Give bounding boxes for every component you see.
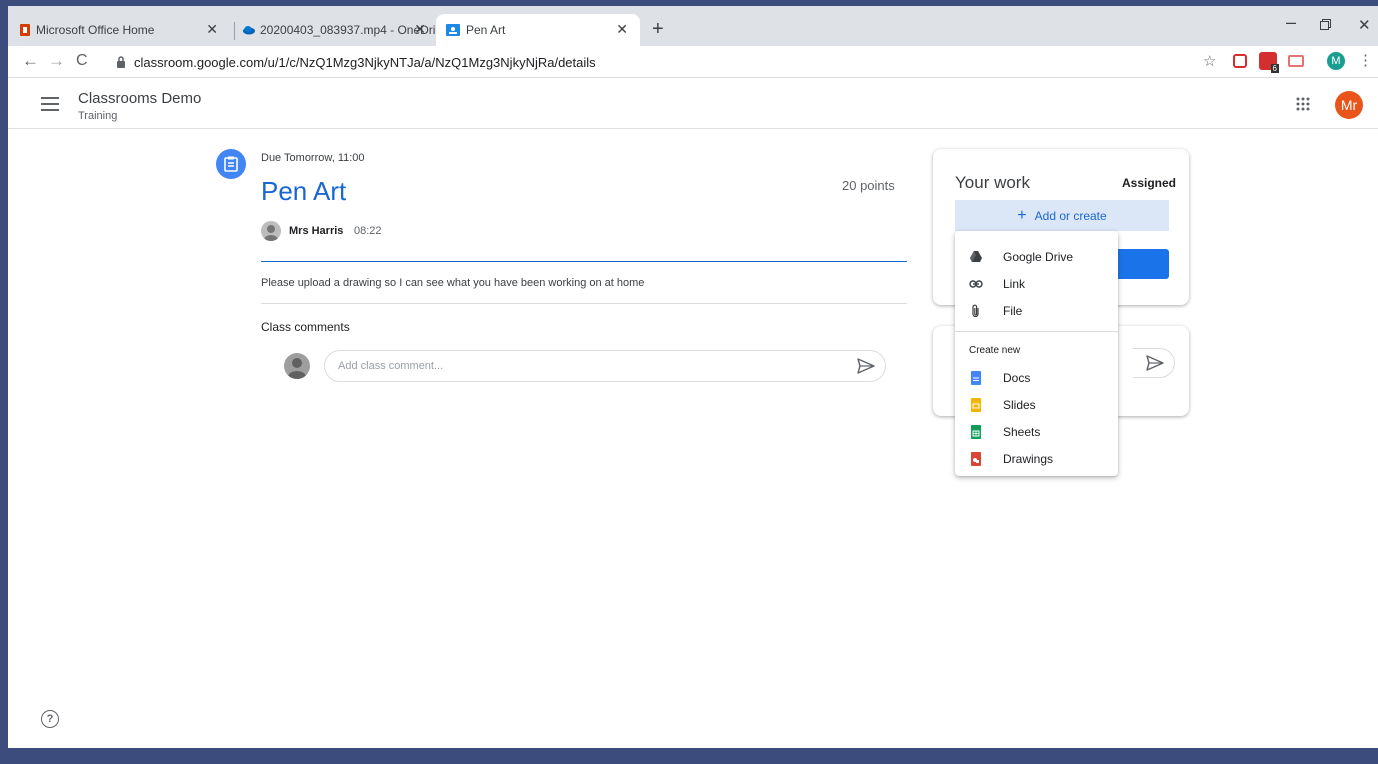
slides-icon xyxy=(971,397,981,412)
link-icon xyxy=(969,279,983,288)
menu-item-label: File xyxy=(1003,303,1023,318)
plus-icon: + xyxy=(1017,206,1027,224)
google-drive-icon xyxy=(970,250,982,262)
back-icon[interactable]: ← xyxy=(22,51,39,71)
close-window-icon[interactable]: ✕ xyxy=(1358,16,1371,34)
classroom-icon xyxy=(446,24,460,36)
menu-item-google-drive[interactable]: Google Drive xyxy=(955,243,1118,270)
divider xyxy=(261,303,907,304)
tab-pen-art[interactable]: Pen Art ✕ xyxy=(436,14,640,46)
tab-office[interactable]: Microsoft Office Home ✕ xyxy=(8,14,230,46)
paperclip-icon xyxy=(972,304,979,317)
assignment-title: Pen Art xyxy=(261,176,347,206)
commenter-avatar xyxy=(284,353,310,379)
assignment-icon xyxy=(216,149,246,179)
menu-item-label: Sheets xyxy=(1003,424,1041,439)
restore-icon[interactable] xyxy=(1320,19,1331,30)
class-comments-label: Class comments xyxy=(261,320,350,334)
url-text: classroom.google.com/u/1/c/NzQ1Mzg3NjkyN… xyxy=(134,54,596,70)
menu-item-slides[interactable]: Slides xyxy=(955,391,1118,418)
minimize-icon[interactable]: – xyxy=(1286,12,1296,33)
lock-icon xyxy=(117,56,125,68)
bookmark-star-icon[interactable]: ☆ xyxy=(1203,52,1216,72)
teacher-name: Mrs Harris xyxy=(289,225,344,237)
menu-divider xyxy=(955,331,1118,332)
menu-item-link[interactable]: Link xyxy=(955,270,1118,297)
extension-badge-count: 6 xyxy=(1270,64,1279,73)
add-or-create-button[interactable]: + Add or create xyxy=(955,200,1169,231)
extension-icon[interactable] xyxy=(1288,55,1304,67)
reload-icon[interactable]: C xyxy=(76,51,88,71)
send-icon[interactable] xyxy=(1146,355,1164,371)
menu-item-label: Link xyxy=(1003,276,1026,291)
apps-grid-icon[interactable] xyxy=(1295,96,1311,112)
browser-window: Microsoft Office Home ✕ 20200403_083937.… xyxy=(8,6,1378,748)
onedrive-icon xyxy=(243,26,255,35)
forward-icon[interactable]: → xyxy=(48,51,65,71)
hamburger-menu-icon[interactable] xyxy=(41,97,59,111)
address-bar[interactable]: classroom.google.com/u/1/c/NzQ1Mzg3NjkyN… xyxy=(116,49,1200,75)
sheets-icon xyxy=(971,424,981,439)
class-comment-input[interactable]: Add class comment... xyxy=(324,350,886,382)
classroom-header: Classrooms Demo Training Mr xyxy=(8,79,1378,129)
class-name[interactable]: Classrooms Demo xyxy=(78,90,201,107)
tab-onedrive[interactable]: 20200403_083937.mp4 - OneDri ✕ xyxy=(232,14,438,46)
browser-menu-icon[interactable]: ⋮ xyxy=(1358,51,1373,71)
menu-item-file[interactable]: File xyxy=(955,297,1118,324)
work-status: Assigned xyxy=(1121,176,1176,190)
send-icon[interactable] xyxy=(857,358,875,374)
menu-item-label: Drawings xyxy=(1003,451,1054,466)
divider xyxy=(261,261,907,262)
drawings-icon xyxy=(971,451,981,466)
address-toolbar: ← → C classroom.google.com/u/1/c/NzQ1Mzg… xyxy=(8,46,1378,78)
close-tab-icon[interactable]: ✕ xyxy=(414,21,426,38)
tab-title: Pen Art xyxy=(466,23,506,37)
help-icon[interactable]: ? xyxy=(41,710,59,728)
menu-item-drawings[interactable]: Drawings xyxy=(955,445,1118,472)
assignment-instructions: Please upload a drawing so I can see wha… xyxy=(261,277,645,289)
tab-strip: Microsoft Office Home ✕ 20200403_083937.… xyxy=(8,6,1378,46)
create-new-heading: Create new xyxy=(969,345,1021,356)
menu-item-label: Slides xyxy=(1003,397,1036,412)
private-comment-input[interactable] xyxy=(1133,348,1175,378)
close-tab-icon[interactable]: ✕ xyxy=(616,21,628,38)
office-icon xyxy=(20,24,30,36)
new-tab-button[interactable]: + xyxy=(652,19,664,39)
profile-avatar[interactable]: M xyxy=(1327,52,1345,70)
user-avatar[interactable]: Mr xyxy=(1335,91,1363,119)
class-section: Training xyxy=(78,110,118,122)
teacher-avatar xyxy=(261,221,281,241)
tab-title: 20200403_083937.mp4 - OneDri xyxy=(260,23,436,37)
comment-placeholder: Add class comment... xyxy=(338,360,444,372)
tab-title: Microsoft Office Home xyxy=(36,23,155,37)
extension-icon[interactable] xyxy=(1233,54,1247,68)
extension-badge-icon[interactable]: 6 xyxy=(1259,52,1279,73)
menu-item-docs[interactable]: Docs xyxy=(955,364,1118,391)
post-time: 08:22 xyxy=(354,225,382,237)
add-or-create-menu: Google Drive Link File Create new Docs S… xyxy=(955,231,1118,476)
due-date: Due Tomorrow, 11:00 xyxy=(261,152,365,164)
menu-item-label: Docs xyxy=(1003,370,1031,385)
menu-item-sheets[interactable]: Sheets xyxy=(955,418,1118,445)
menu-item-label: Google Drive xyxy=(1003,249,1074,264)
close-tab-icon[interactable]: ✕ xyxy=(206,21,218,38)
your-work-title: Your work xyxy=(955,173,1030,192)
add-or-create-label: Add or create xyxy=(1034,208,1107,223)
docs-icon xyxy=(971,370,981,385)
assignment-points: 20 points xyxy=(842,178,895,193)
